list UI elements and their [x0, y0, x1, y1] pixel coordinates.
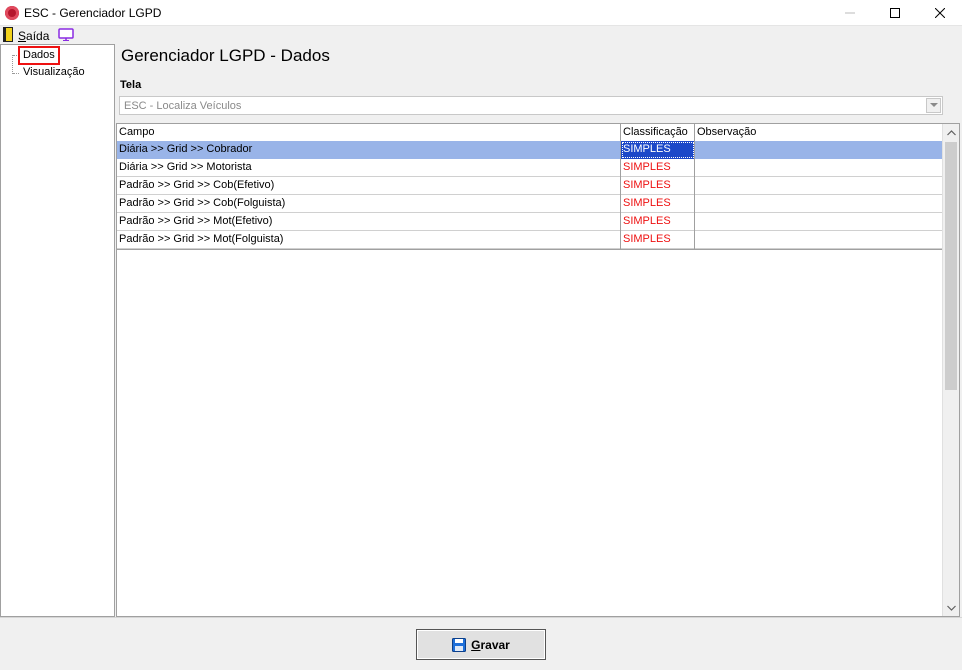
tree-item-visualizacao[interactable]: Visualização — [23, 66, 85, 78]
exit-label-mnemonic: S — [18, 29, 27, 43]
navigation-tree: Dados Visualização — [0, 44, 115, 617]
exit-menu-item[interactable]: Saída — [18, 29, 49, 43]
cell-campo[interactable]: Padrão >> Grid >> Mot(Folguista) — [117, 231, 621, 249]
cell-observacao[interactable] — [695, 141, 944, 159]
chevron-down-icon — [946, 605, 956, 611]
table-row[interactable]: Padrão >> Grid >> Cob(Efetivo) SIMPLES — [117, 177, 945, 195]
grid-header: Campo Classificação Observação — [117, 124, 945, 141]
cell-classificacao[interactable]: SIMPLES — [621, 213, 695, 231]
menu-bar: Saída — [0, 26, 962, 44]
cell-classificacao[interactable]: SIMPLES — [621, 159, 695, 177]
column-header-observacao[interactable]: Observação — [695, 124, 944, 141]
table-row[interactable]: Padrão >> Grid >> Mot(Folguista) SIMPLES — [117, 231, 945, 249]
cell-observacao[interactable] — [695, 195, 944, 213]
table-row[interactable]: Padrão >> Grid >> Mot(Efetivo) SIMPLES — [117, 213, 945, 231]
tree-connector — [12, 55, 13, 74]
grid-divider — [117, 249, 945, 250]
screen-label: Tela — [120, 79, 142, 91]
close-button[interactable] — [917, 0, 962, 26]
cell-campo[interactable]: Padrão >> Grid >> Cob(Efetivo) — [117, 177, 621, 195]
main-panel: Gerenciador LGPD - Dados Tela ESC - Loca… — [116, 44, 962, 617]
table-row[interactable]: Diária >> Grid >> Cobrador SIMPLES — [117, 141, 945, 159]
floppy-disk-icon — [452, 637, 467, 652]
app-logo-icon — [5, 6, 19, 20]
chevron-down-icon — [929, 103, 938, 107]
tree-item-dados[interactable]: Dados — [18, 46, 60, 65]
scroll-thumb[interactable] — [945, 142, 957, 390]
cell-classificacao[interactable]: SIMPLES — [621, 141, 695, 159]
minimize-icon — [845, 12, 855, 14]
minimize-button[interactable] — [827, 0, 873, 26]
vertical-scrollbar[interactable] — [942, 124, 959, 616]
save-button[interactable]: Gravar — [416, 629, 546, 660]
table-row[interactable]: Diária >> Grid >> Motorista SIMPLES — [117, 159, 945, 177]
scroll-up-button[interactable] — [943, 124, 959, 141]
cell-observacao[interactable] — [695, 213, 944, 231]
tree-branch — [13, 73, 19, 74]
exit-label-text: aída — [26, 29, 50, 43]
maximize-icon — [890, 8, 900, 18]
cell-observacao[interactable] — [695, 177, 944, 195]
cell-classificacao[interactable]: SIMPLES — [621, 231, 695, 249]
cell-classificacao[interactable]: SIMPLES — [621, 195, 695, 213]
close-icon — [935, 8, 945, 18]
footer-bar: Gravar — [0, 617, 962, 670]
cell-campo[interactable]: Padrão >> Grid >> Cob(Folguista) — [117, 195, 621, 213]
cell-campo[interactable]: Diária >> Grid >> Motorista — [117, 159, 621, 177]
cell-observacao[interactable] — [695, 231, 944, 249]
exit-door-icon[interactable] — [3, 27, 13, 42]
fields-grid: Campo Classificação Observação Diária >>… — [116, 123, 960, 617]
cell-campo[interactable]: Padrão >> Grid >> Mot(Efetivo) — [117, 213, 621, 231]
dropdown-button[interactable] — [926, 98, 941, 113]
save-label-text: ravar — [480, 637, 510, 652]
page-title: Gerenciador LGPD - Dados — [121, 46, 330, 65]
cell-classificacao[interactable]: SIMPLES — [621, 177, 695, 195]
table-row[interactable]: Padrão >> Grid >> Cob(Folguista) SIMPLES — [117, 195, 945, 213]
column-header-classificacao[interactable]: Classificação — [621, 124, 695, 141]
cell-observacao[interactable] — [695, 159, 944, 177]
window-title: ESC - Gerenciador LGPD — [24, 6, 162, 20]
maximize-button[interactable] — [872, 0, 918, 26]
save-button-label: Gravar — [471, 638, 510, 652]
screen-select-value: ESC - Localiza Veículos — [124, 100, 242, 112]
scroll-down-button[interactable] — [943, 599, 959, 616]
screen-select[interactable]: ESC - Localiza Veículos — [119, 96, 943, 115]
chevron-up-icon — [946, 129, 956, 135]
cell-campo[interactable]: Diária >> Grid >> Cobrador — [117, 141, 621, 159]
title-bar: ESC - Gerenciador LGPD — [0, 0, 962, 26]
column-header-campo[interactable]: Campo — [117, 124, 621, 141]
monitor-icon[interactable] — [58, 28, 74, 41]
